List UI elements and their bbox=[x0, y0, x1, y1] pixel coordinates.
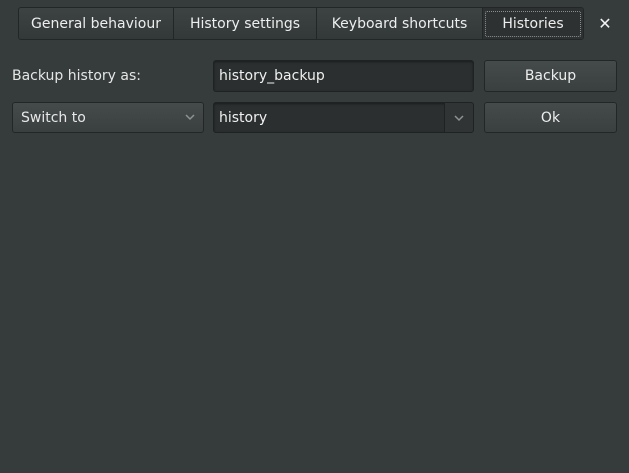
history-combo-value[interactable]: history bbox=[214, 110, 444, 126]
tab-history-settings[interactable]: History settings bbox=[174, 8, 317, 39]
tab-label: Histories bbox=[485, 10, 581, 37]
switch-mode-selected: Switch to bbox=[21, 109, 86, 126]
ok-button[interactable]: Ok bbox=[484, 102, 617, 133]
tab-bar: General behaviour History settings Keybo… bbox=[18, 7, 584, 40]
tab-histories[interactable]: Histories bbox=[483, 8, 583, 39]
close-icon[interactable]: ✕ bbox=[594, 12, 616, 34]
backup-button[interactable]: Backup bbox=[484, 60, 617, 92]
backup-label: Backup history as: bbox=[12, 68, 141, 84]
preferences-dialog: General behaviour History settings Keybo… bbox=[0, 0, 629, 473]
tab-label: History settings bbox=[189, 15, 301, 32]
chevron-down-icon bbox=[185, 114, 195, 121]
chevron-down-icon bbox=[454, 114, 464, 121]
backup-name-input[interactable] bbox=[213, 60, 474, 92]
history-dropdown-button[interactable] bbox=[444, 103, 473, 132]
switch-mode-select[interactable]: Switch to bbox=[12, 102, 204, 133]
history-combo-entry[interactable]: history bbox=[213, 102, 474, 133]
tab-general-behaviour[interactable]: General behaviour bbox=[19, 8, 174, 39]
tab-keyboard-shortcuts[interactable]: Keyboard shortcuts bbox=[317, 8, 483, 39]
tab-label: Keyboard shortcuts bbox=[331, 15, 468, 32]
tab-label: General behaviour bbox=[31, 15, 161, 32]
